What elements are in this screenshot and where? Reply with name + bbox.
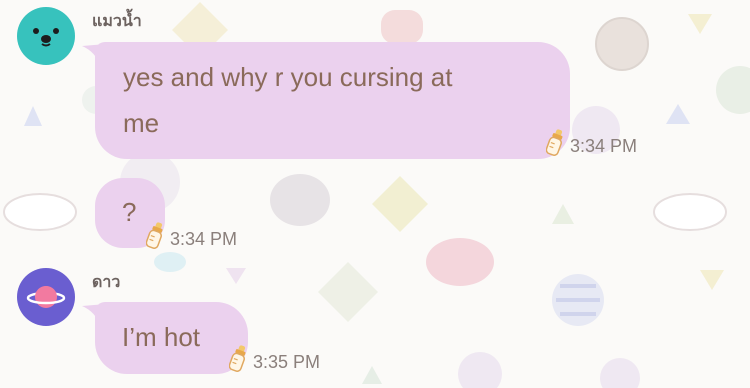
baby-bottle-icon [546,129,563,156]
sender-avatar-seal[interactable] [17,7,75,65]
planet-icon [26,286,66,308]
message-bubble[interactable]: yes and why r you cursing at me [95,42,570,159]
bubble-tail [82,304,106,326]
baby-bottle-icon [146,222,163,249]
sender-name: แมวน้ำ [92,13,142,30]
sender-name: ดาว [92,274,121,291]
message-time: 3:35 PM [253,352,321,372]
seal-face-icon [33,28,59,47]
message-time: 3:34 PM [170,229,238,249]
message-text-line: me [123,108,160,138]
message-text: I’m hot [122,322,201,352]
bubble-tail [82,44,106,66]
message-bubble[interactable]: I’m hot [95,302,248,374]
message-text: ? [122,197,137,227]
message-meta: 3:34 PM [546,129,637,157]
message-text-line: yes and why r you cursing at [123,62,453,92]
sender-avatar-planet[interactable] [17,268,75,326]
message-meta: 3:35 PM [229,345,320,373]
message-meta: 3:34 PM [146,222,237,250]
message-time: 3:34 PM [570,136,638,156]
baby-bottle-icon [229,345,246,372]
